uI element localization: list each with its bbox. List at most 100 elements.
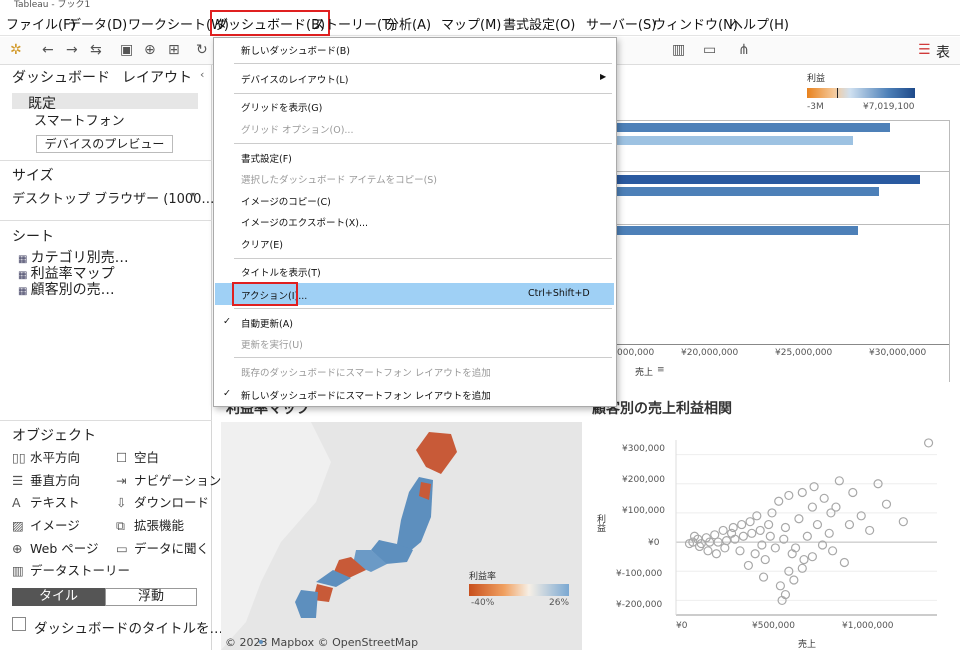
scatter-point[interactable] bbox=[694, 541, 705, 552]
show-title-checkbox[interactable] bbox=[12, 617, 26, 631]
menu-4[interactable]: ストーリー(T) bbox=[312, 14, 395, 33]
scatter-point[interactable] bbox=[737, 519, 747, 530]
object-download[interactable]: ⇩ ダウンロード bbox=[116, 492, 209, 511]
scatter-point[interactable] bbox=[710, 530, 720, 540]
scatter-point[interactable] bbox=[923, 438, 934, 448]
tab-layout[interactable]: レイアウト bbox=[122, 67, 192, 89]
menu-item-14[interactable]: 新しいダッシュボードにスマートフォン レイアウトを追加 bbox=[241, 388, 491, 402]
menu-item-6[interactable]: イメージのコピー(C) bbox=[241, 194, 331, 208]
scatter-point[interactable] bbox=[703, 546, 713, 556]
scatter-point[interactable] bbox=[839, 557, 849, 568]
object-image[interactable]: ▨ イメージ bbox=[12, 515, 80, 534]
scatter-point[interactable] bbox=[720, 543, 730, 553]
tableau-logo-icon[interactable]: ✲ bbox=[10, 42, 22, 58]
scatter-point[interactable] bbox=[784, 490, 794, 501]
menu-item-4[interactable]: 書式設定(F) bbox=[241, 151, 292, 165]
menu-item-8[interactable]: クリア(E) bbox=[241, 237, 283, 251]
swap-icon[interactable]: ⇆ bbox=[90, 42, 102, 58]
scatter-point[interactable] bbox=[848, 487, 858, 498]
object-askdata[interactable]: ▭ データに聞く bbox=[116, 538, 209, 557]
scatter-point[interactable] bbox=[758, 572, 769, 582]
collapse-panel-icon[interactable]: ‹ bbox=[200, 68, 204, 81]
menu-6[interactable]: マップ(M) bbox=[441, 14, 501, 33]
menu-item-11[interactable]: 自動更新(A) bbox=[241, 316, 293, 330]
object-text[interactable]: A テキスト bbox=[12, 492, 80, 511]
menu-item-1[interactable]: デバイスのレイアウト(L) bbox=[241, 72, 348, 86]
sort-icon[interactable]: ≡ bbox=[657, 365, 665, 375]
chevron-down-icon[interactable]: ▾ bbox=[191, 190, 195, 199]
menu-9[interactable]: ウィンドウ(N) bbox=[653, 14, 738, 33]
bar[interactable] bbox=[617, 123, 890, 132]
scatter-point[interactable] bbox=[718, 525, 728, 536]
object-horizontal[interactable]: ▯▯ 水平方向 bbox=[12, 447, 80, 466]
scatter-point[interactable] bbox=[794, 514, 804, 524]
share-icon[interactable]: ⋔ bbox=[738, 42, 750, 58]
float-toggle[interactable]: 浮動 bbox=[105, 588, 197, 606]
scatter-point[interactable] bbox=[865, 525, 875, 536]
menu-5[interactable]: 分析(A) bbox=[386, 14, 431, 33]
scatter-point[interactable] bbox=[750, 549, 760, 559]
scatter-point[interactable] bbox=[747, 528, 757, 538]
tab-dashboard[interactable]: ダッシュボード bbox=[12, 67, 110, 89]
scatter-point[interactable] bbox=[844, 519, 855, 530]
kyushu[interactable] bbox=[295, 590, 318, 618]
menu-1[interactable]: データ(D) bbox=[68, 14, 127, 33]
preview-device-button[interactable]: デバイスのプレビュー bbox=[36, 135, 173, 153]
new-datasource-icon[interactable]: ⊕ bbox=[144, 42, 156, 58]
scatter-point[interactable] bbox=[780, 522, 791, 533]
menu-10[interactable]: ヘルプ(H) bbox=[730, 14, 789, 33]
new-sheet-icon[interactable]: ⊞ bbox=[168, 42, 180, 58]
scatter-point[interactable] bbox=[812, 519, 823, 530]
scatter-point[interactable] bbox=[764, 519, 774, 530]
menu-item-7[interactable]: イメージのエクスポート(X)... bbox=[241, 215, 368, 229]
scatter-point[interactable] bbox=[898, 517, 908, 527]
scatter-point[interactable] bbox=[807, 552, 817, 562]
bar[interactable] bbox=[617, 136, 853, 145]
size-dropdown[interactable]: デスクトップ ブラウザー (1000… bbox=[12, 188, 214, 207]
scatter-point[interactable] bbox=[824, 528, 834, 538]
device-phone[interactable]: スマートフォン bbox=[34, 110, 125, 129]
scatter-point[interactable] bbox=[735, 546, 745, 556]
scatter-point[interactable] bbox=[797, 487, 807, 498]
object-blank[interactable]: ☐ 空白 bbox=[116, 447, 159, 466]
menu-item-2[interactable]: グリッドを表示(G) bbox=[241, 100, 322, 114]
object-navigation[interactable]: ⇥ ナビゲーション bbox=[116, 470, 221, 489]
scatter-point[interactable] bbox=[770, 543, 780, 553]
menu-item-9[interactable]: タイトルを表示(T) bbox=[241, 265, 321, 279]
scatter-point[interactable] bbox=[802, 531, 812, 541]
scatter-point[interactable] bbox=[799, 554, 809, 565]
hokkaido[interactable] bbox=[416, 432, 457, 474]
tile-toggle[interactable]: タイル bbox=[12, 588, 105, 606]
scatter-point[interactable] bbox=[760, 554, 770, 565]
scatter-point[interactable] bbox=[807, 502, 817, 512]
menu-8[interactable]: サーバー(S) bbox=[586, 14, 656, 33]
scatter-point[interactable] bbox=[755, 525, 765, 536]
scatter-point[interactable] bbox=[775, 581, 785, 591]
scatter-point[interactable] bbox=[881, 499, 892, 509]
scatter-point[interactable] bbox=[774, 496, 784, 506]
profit-rate-map[interactable]: 利益率 -40% 26% © 2023 Mapbox © OpenStreetM… bbox=[221, 422, 582, 650]
save-icon[interactable]: ▣ bbox=[120, 42, 133, 58]
redo-icon[interactable]: → bbox=[66, 42, 78, 58]
sheet-item[interactable]: ▦ 顧客別の売… bbox=[18, 279, 115, 299]
bar[interactable] bbox=[617, 175, 920, 184]
menu-item-0[interactable]: 新しいダッシュボード(B) bbox=[241, 43, 350, 57]
object-datastory[interactable]: ▥ データストーリー bbox=[12, 560, 130, 579]
menu-7[interactable]: 書式設定(O) bbox=[503, 14, 575, 33]
refresh-icon[interactable]: ↻ bbox=[196, 42, 208, 58]
menu-item-13[interactable]: 既存のダッシュボードにスマートフォン レイアウトを追加 bbox=[241, 365, 491, 379]
bar[interactable] bbox=[617, 187, 879, 196]
object-vertical[interactable]: ☰ 垂直方向 bbox=[12, 470, 80, 489]
scatter-point[interactable] bbox=[765, 531, 775, 541]
undo-icon[interactable]: ← bbox=[42, 42, 54, 58]
presentation-icon[interactable]: ▭ bbox=[703, 42, 716, 58]
scatter-point[interactable] bbox=[743, 560, 754, 571]
scatter-point[interactable] bbox=[819, 493, 829, 503]
menu-item-12[interactable]: 更新を実行(U) bbox=[241, 337, 303, 351]
scatter-point[interactable] bbox=[721, 536, 732, 546]
menu-0[interactable]: ファイル(F) bbox=[6, 14, 76, 33]
scatter-point[interactable] bbox=[828, 546, 838, 556]
menu-item-3[interactable]: グリッド オプション(O)... bbox=[241, 122, 353, 136]
scatter-point[interactable] bbox=[738, 531, 748, 541]
scatter-point[interactable] bbox=[789, 575, 799, 585]
